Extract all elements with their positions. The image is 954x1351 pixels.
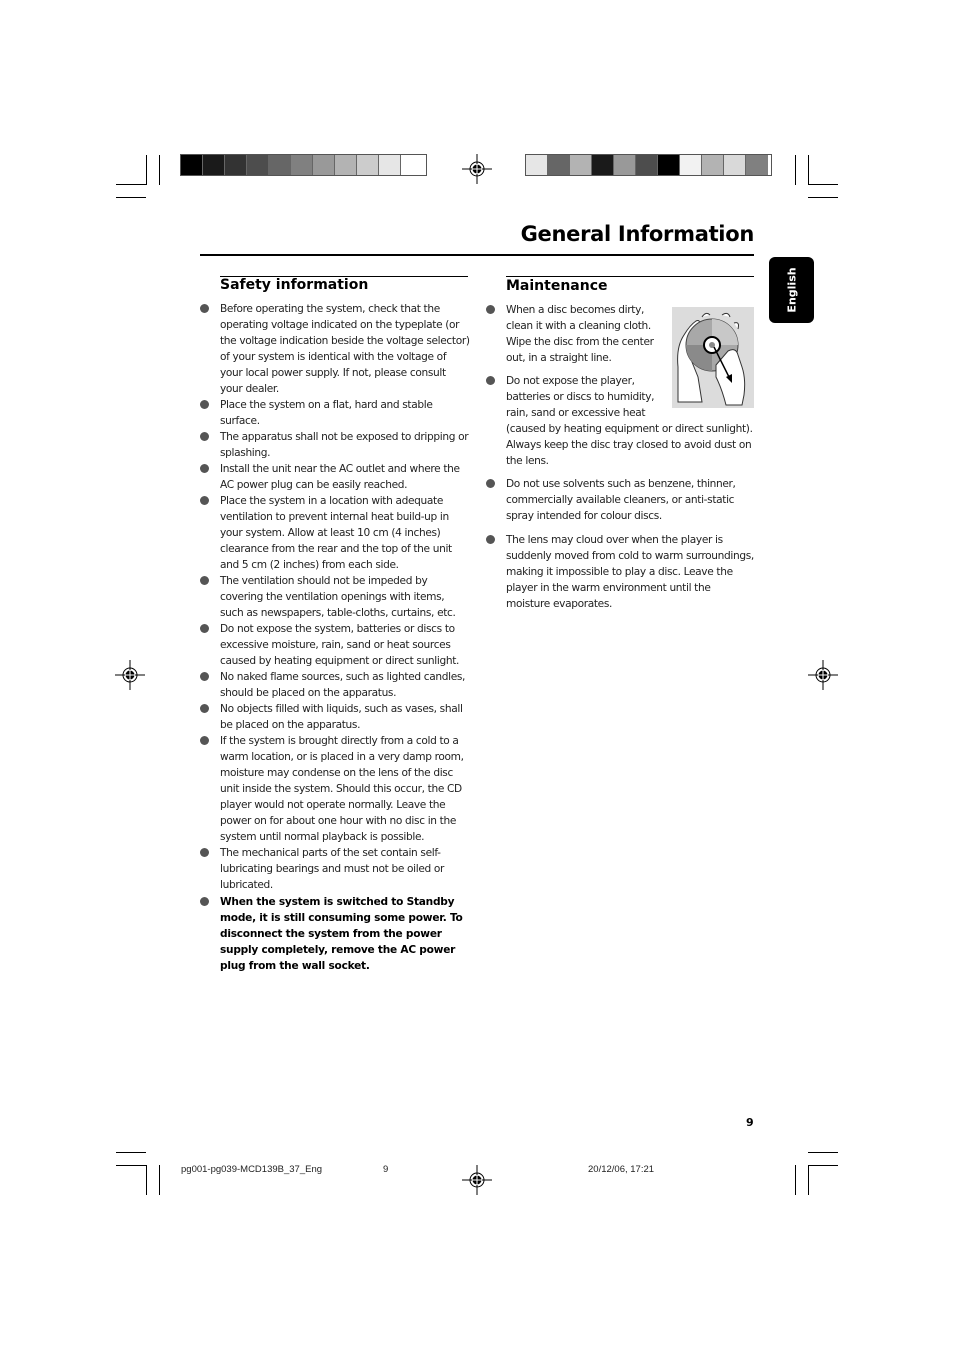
page-title: General Information [520, 222, 755, 246]
language-tab-label: English [785, 267, 798, 313]
list-item: No naked flame sources, such as lighted … [200, 669, 470, 701]
color-bar-right [525, 154, 772, 176]
crop-mark [808, 1165, 809, 1195]
list-item: The ventilation should not be impeded by… [200, 573, 470, 621]
bullet-icon [200, 672, 209, 681]
list-item: Place the system on a flat, hard and sta… [200, 397, 470, 429]
color-swatch [335, 155, 357, 175]
color-swatch [680, 155, 702, 175]
crop-mark [146, 1165, 147, 1195]
bullet-icon [200, 704, 209, 713]
safety-list: Before operating the system, check that … [200, 301, 470, 974]
bullet-icon [200, 576, 209, 585]
color-swatch [379, 155, 401, 175]
list-item-text: Do not expose the player, batteries or d… [506, 375, 655, 419]
color-swatch [614, 155, 636, 175]
color-swatch [746, 155, 768, 175]
bullet-icon [486, 479, 495, 488]
crop-mark [116, 197, 146, 198]
bullet-icon [200, 897, 209, 906]
footer-timestamp: 20/12/06, 17:21 [588, 1164, 655, 1175]
footer-file-name: pg001-pg039-MCD139B_37_Eng [181, 1164, 323, 1175]
bullet-icon [200, 304, 209, 313]
list-item: The apparatus shall not be exposed to dr… [200, 429, 470, 461]
list-item: Before operating the system, check that … [200, 301, 470, 397]
crop-mark [116, 184, 146, 185]
color-bar-left [180, 154, 427, 176]
crop-mark [116, 1152, 146, 1153]
color-swatch [181, 155, 203, 175]
crop-mark [808, 1152, 838, 1153]
color-swatch [291, 155, 313, 175]
crop-mark [808, 155, 809, 185]
bullet-icon [200, 400, 209, 409]
crop-mark [116, 1165, 146, 1166]
list-item-standby-warning: When the system is switched to Standby m… [200, 894, 470, 974]
color-swatch [724, 155, 746, 175]
bullet-icon [486, 305, 495, 314]
bullet-icon [200, 496, 209, 505]
color-swatch [313, 155, 335, 175]
color-swatch [702, 155, 724, 175]
color-swatch [357, 155, 379, 175]
crop-mark [159, 155, 160, 185]
color-swatch [548, 155, 570, 175]
bullet-icon [200, 624, 209, 633]
crop-mark [146, 155, 147, 185]
crop-mark [808, 184, 838, 185]
color-swatch [592, 155, 614, 175]
color-swatch [636, 155, 658, 175]
registration-mark-icon [808, 660, 838, 690]
registration-mark-icon [115, 660, 145, 690]
bullet-icon [200, 848, 209, 857]
language-tab: English [769, 257, 814, 323]
crop-mark [795, 1165, 796, 1195]
bullet-icon [486, 376, 495, 385]
registration-mark-icon [462, 1165, 492, 1195]
list-item: When a disc becomes dirty, clean it with… [486, 302, 666, 366]
color-swatch [570, 155, 592, 175]
maintenance-list: When a disc becomes dirty, clean it with… [486, 302, 756, 612]
color-swatch [401, 155, 423, 175]
safety-heading: Safety information [220, 277, 369, 293]
bullet-icon [200, 464, 209, 473]
section-divider [506, 276, 754, 277]
list-item: Do not expose the system, batteries or d… [200, 621, 470, 669]
list-item: If the system is brought directly from a… [200, 733, 470, 845]
list-item: The mechanical parts of the set contain … [200, 845, 470, 893]
list-item: Place the system in a location with adeq… [200, 493, 470, 573]
color-swatch [269, 155, 291, 175]
color-swatch [658, 155, 680, 175]
list-item: Do not expose the player, batteries or d… [486, 373, 756, 469]
list-item: Do not use solvents such as benzene, thi… [486, 476, 756, 524]
list-item-text: (caused by heating equipment or direct s… [506, 423, 753, 467]
footer-sheet-number: 9 [383, 1164, 389, 1175]
maintenance-heading: Maintenance [506, 278, 608, 294]
crop-mark [795, 155, 796, 185]
bullet-icon [486, 535, 495, 544]
color-swatch [526, 155, 548, 175]
crop-mark [808, 197, 838, 198]
list-item: Install the unit near the AC outlet and … [200, 461, 470, 493]
list-item: No objects filled with liquids, such as … [200, 701, 470, 733]
title-divider [200, 254, 754, 256]
color-swatch [247, 155, 269, 175]
registration-mark-icon [462, 154, 492, 184]
bullet-icon [200, 432, 209, 441]
color-swatch [225, 155, 247, 175]
page-number: 9 [746, 1116, 754, 1129]
crop-mark [808, 1165, 838, 1166]
list-item: The lens may cloud over when the player … [486, 532, 756, 612]
color-swatch [203, 155, 225, 175]
crop-mark [159, 1165, 160, 1195]
bullet-icon [200, 736, 209, 745]
